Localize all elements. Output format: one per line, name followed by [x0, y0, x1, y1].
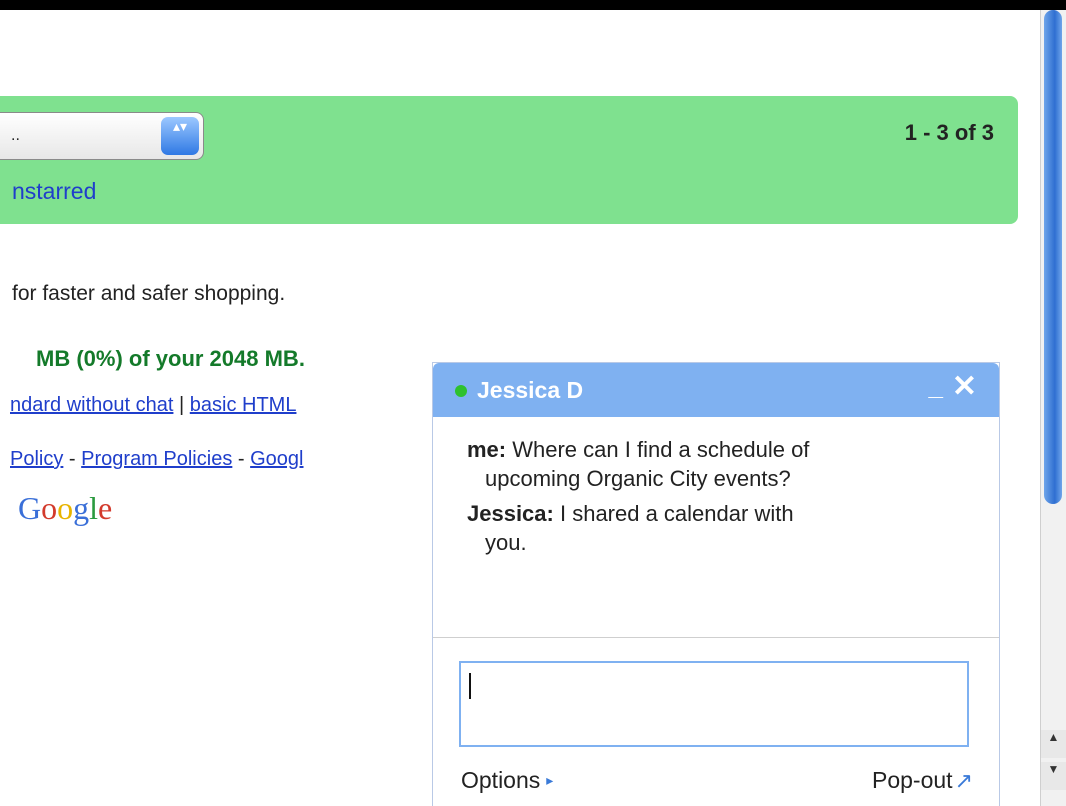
chat-popout-button[interactable]: Pop-out↗: [872, 767, 973, 794]
select-value: ..: [11, 127, 20, 144]
message-text: Where can I find a schedule of: [512, 437, 810, 462]
policy-links: Policy - Program Policies - Googl: [10, 448, 304, 471]
chat-window: Jessica D _ ✕ me: Where can I find a sch…: [432, 362, 1000, 806]
mail-page: .. ▴▾ nstarred 1 - 3 of 3 for faster and…: [0, 10, 1040, 806]
select-stepper-icon[interactable]: ▴▾: [161, 117, 199, 155]
message-sender: me:: [467, 437, 507, 462]
privacy-policy-link[interactable]: Policy: [10, 448, 63, 470]
policy-separator: -: [237, 448, 245, 470]
google-letter: e: [98, 490, 113, 526]
options-label: Options: [461, 767, 541, 793]
google-letter: g: [73, 490, 90, 526]
google-logo: Google: [18, 490, 112, 527]
scroll-up-icon[interactable]: ▲: [1041, 730, 1066, 758]
basic-html-link[interactable]: basic HTML: [190, 394, 297, 416]
scroll-thumb[interactable]: [1044, 10, 1062, 504]
google-link[interactable]: Googl: [250, 448, 303, 470]
storage-usage: MB (0%) of your 2048 MB.: [36, 346, 305, 371]
options-arrow-icon: ▸: [546, 772, 554, 788]
view-links: ndard without chat | basic HTML: [10, 394, 296, 417]
popout-label: Pop-out: [872, 767, 953, 793]
message-text-continued: you.: [485, 530, 527, 555]
popout-arrow-icon: ↗: [954, 768, 973, 793]
google-letter: o: [57, 490, 74, 526]
message-text: I shared a calendar with: [559, 501, 794, 526]
text-caret: [469, 673, 471, 699]
actions-select[interactable]: .. ▴▾: [0, 112, 204, 160]
view-separator: |: [179, 394, 185, 416]
chat-input[interactable]: [459, 661, 969, 747]
close-icon[interactable]: ✕: [952, 369, 977, 404]
chat-message: me: Where can I find a schedule of upcom…: [467, 435, 967, 493]
standard-without-chat-link[interactable]: ndard without chat: [10, 394, 173, 416]
scroll-down-icon[interactable]: ▼: [1041, 762, 1066, 790]
policy-separator: -: [68, 448, 76, 470]
unstarred-link[interactable]: nstarred: [12, 178, 96, 205]
chat-divider: [433, 637, 999, 638]
google-letter: l: [89, 490, 98, 526]
chat-contact-name: Jessica D: [477, 377, 584, 403]
chat-titlebar[interactable]: Jessica D _ ✕: [433, 363, 999, 417]
program-policies-link[interactable]: Program Policies: [81, 448, 232, 470]
pager-count: 1 - 3 of 3: [904, 120, 994, 145]
message-text-continued: upcoming Organic City events?: [485, 466, 791, 491]
message-sender: Jessica:: [467, 501, 554, 526]
promo-text: for faster and safer shopping.: [12, 282, 286, 305]
google-letter: o: [41, 490, 58, 526]
google-letter: G: [18, 490, 42, 526]
online-status-icon: [455, 385, 467, 397]
minimize-icon[interactable]: _: [929, 371, 943, 402]
vertical-scrollbar[interactable]: ▲ ▼: [1040, 10, 1066, 806]
chat-messages: me: Where can I find a schedule of upcom…: [467, 435, 967, 563]
chat-message: Jessica: I shared a calendar with you.: [467, 499, 967, 557]
chat-options-button[interactable]: Options ▸: [461, 767, 553, 794]
